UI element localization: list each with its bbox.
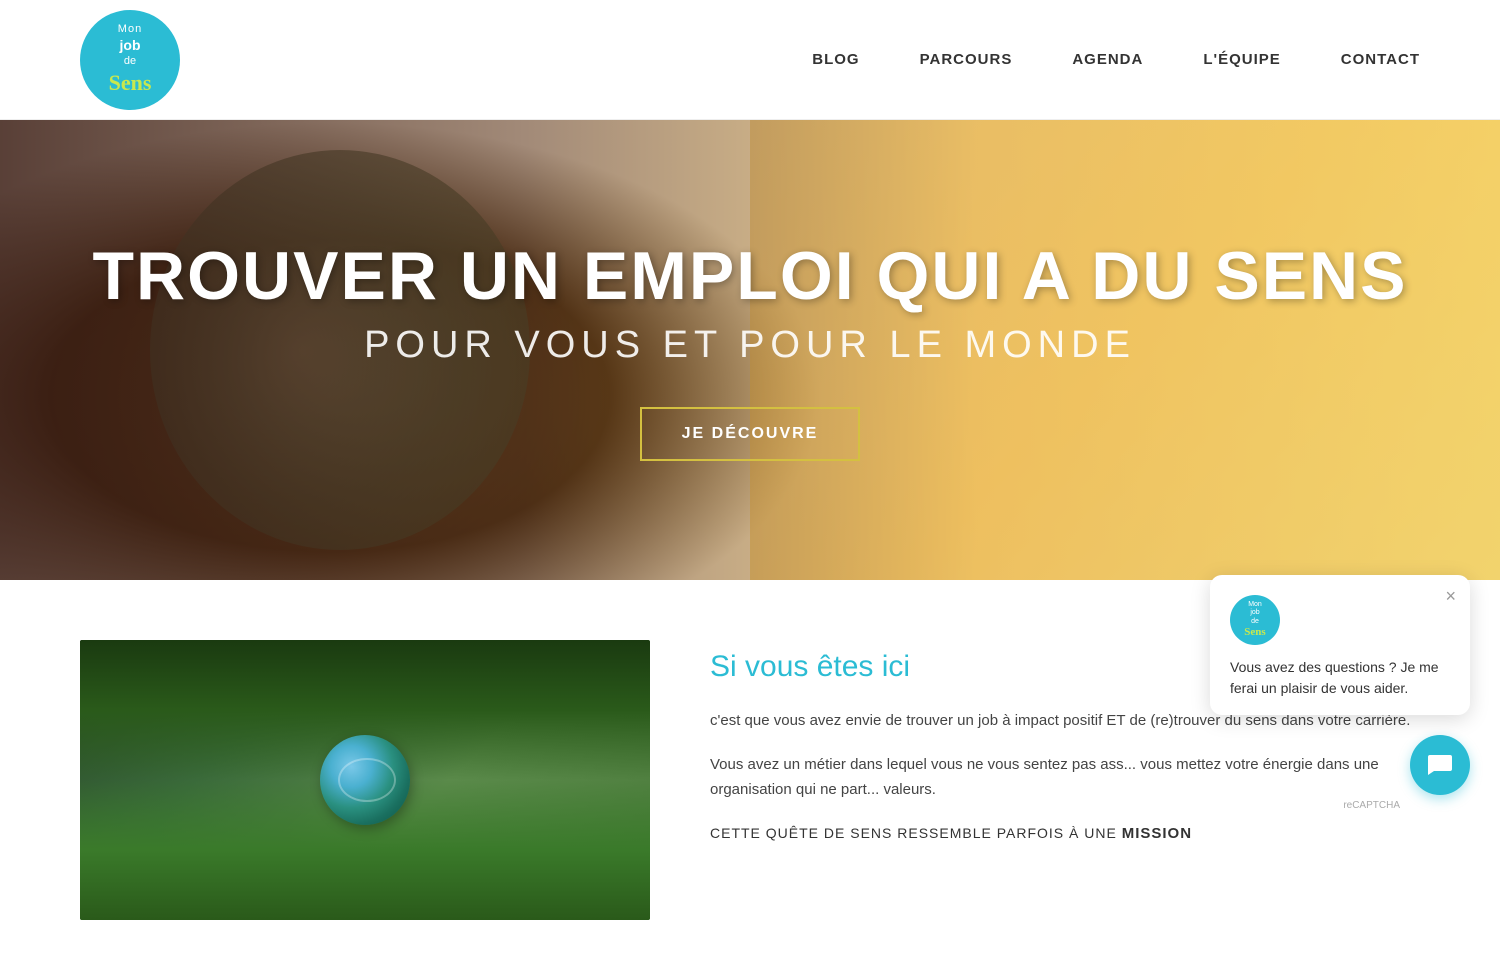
chat-popup-header: Mon job de Sens [1230,595,1450,645]
chat-avatar-sens: Sens [1244,626,1265,639]
site-logo[interactable]: Mon job de Sens [80,10,180,110]
hero-section: TROUVER UN EMPLOI QUI A DU SENS POUR VOU… [0,120,1500,580]
chat-message-text: Vous avez des questions ? Je me ferai un… [1230,657,1450,699]
nav-blog[interactable]: BLOG [812,51,859,68]
logo-job-text: job [120,36,141,54]
hero-title: TROUVER UN EMPLOI QUI A DU SENS [92,239,1407,314]
content-mission-line: CETTE QUÊTE DE SENS RESSEMBLE PARFOIS À … [710,821,1420,847]
main-nav: BLOG PARCOURS AGENDA L'ÉQUIPE CONTACT [812,51,1420,68]
globe-ball-image [320,735,410,825]
chat-bubble-button[interactable] [1410,735,1470,795]
recaptcha-badge: reCAPTCHA [1343,800,1400,811]
chat-avatar: Mon job de Sens [1230,595,1280,645]
logo-mon-text: Mon [118,22,142,36]
logo-de-text: de [124,54,136,68]
logo-sens-text: Sens [109,69,152,98]
hero-subtitle: POUR VOUS ET POUR LE MONDE [92,324,1407,367]
chat-widget: × Mon job de Sens Vous avez des question… [1410,735,1470,795]
hero-content: TROUVER UN EMPLOI QUI A DU SENS POUR VOU… [52,239,1447,461]
chat-avatar-job: job [1250,609,1259,617]
nav-agenda[interactable]: AGENDA [1072,51,1143,68]
content-paragraph2: Vous avez un métier dans lequel vous ne … [710,752,1420,803]
site-header: Mon job de Sens BLOG PARCOURS AGENDA L'É… [0,0,1500,120]
nav-contact[interactable]: CONTACT [1341,51,1420,68]
chat-avatar-mon: Mon [1248,601,1262,609]
content-image [80,640,650,920]
mission-bold: MISSION [1122,825,1192,842]
mission-prefix: CETTE QUÊTE DE SENS RESSEMBLE PARFOIS À … [710,825,1117,841]
chat-popup: × Mon job de Sens Vous avez des question… [1210,575,1470,715]
nav-parcours[interactable]: PARCOURS [920,51,1013,68]
nav-lequipe[interactable]: L'ÉQUIPE [1203,51,1280,68]
chat-close-button[interactable]: × [1445,587,1456,605]
chat-avatar-de: de [1251,618,1259,626]
hero-cta-button[interactable]: JE DÉCOUVRE [640,407,861,461]
